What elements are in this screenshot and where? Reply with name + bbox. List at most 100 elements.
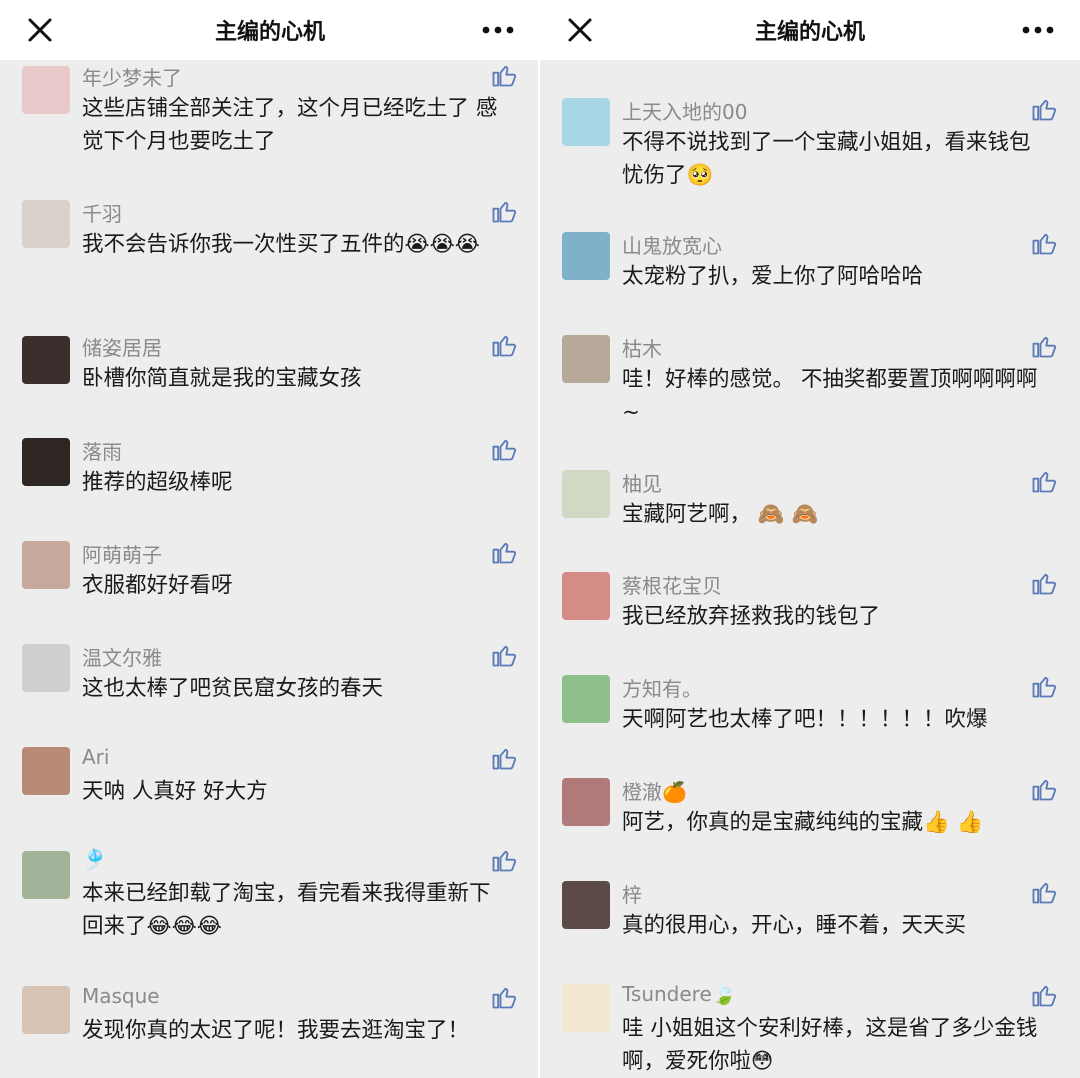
avatar[interactable] [562,335,610,383]
avatar-fill [22,851,70,899]
like-icon[interactable] [1030,878,1058,906]
like-icon[interactable] [490,641,518,669]
comment-author[interactable]: 🎐 [82,847,107,871]
avatar[interactable] [562,675,610,723]
comment-text: 天啊阿艺也太棒了吧！！！！！！吹爆 [622,707,988,732]
avatar[interactable] [562,470,610,518]
avatar[interactable] [562,232,610,280]
comment-text: 哇！好棒的感觉。 不抽奖都要置顶啊啊啊啊~ [622,367,1038,425]
avatar-fill [562,881,610,929]
avatar-fill [22,438,70,486]
like-icon[interactable] [490,983,518,1011]
comment-author[interactable]: Ari [82,745,109,769]
like-icon[interactable] [490,846,518,874]
comment-author[interactable]: 年少梦未了 [82,62,182,91]
like-icon[interactable] [490,435,518,463]
page-title: 主编的心机 [754,20,865,45]
avatar[interactable] [22,336,70,384]
avatar[interactable] [562,778,610,826]
avatar[interactable] [22,541,70,589]
comment-author[interactable]: 阿萌萌子 [82,539,162,568]
comment-text: 我已经放弃拯救我的钱包了 [622,604,881,629]
avatar-fill [22,66,70,114]
avatar-fill [22,644,70,692]
like-icon[interactable] [1030,229,1058,257]
like-icon[interactable] [490,197,518,225]
comment-list: 年少梦未了 这些店铺全部关注了，这个月已经吃土了 感觉下个月也要吃土了 千羽 我… [0,60,540,1078]
avatar[interactable] [22,200,70,248]
comment-author[interactable]: 上天入地的00 [622,96,747,125]
avatar[interactable] [562,984,610,1032]
avatar-fill [562,984,610,1032]
comment-author[interactable]: 柚见 [622,468,662,497]
like-icon[interactable] [1030,467,1058,495]
avatar-fill [562,778,610,826]
avatar[interactable] [562,98,610,146]
like-icon[interactable] [490,331,518,359]
avatar[interactable] [562,572,610,620]
avatar[interactable] [22,644,70,692]
comment-list: 上天入地的00 不得不说找到了一个宝藏小姐姐，看来钱包忧伤了🥺 山鬼放宽心 太宠… [540,60,1080,1078]
comment-text: 卧槽你简直就是我的宝藏女孩 [82,366,362,391]
comment-author[interactable]: 枯木 [622,333,662,362]
more-icon[interactable] [478,14,518,46]
like-icon[interactable] [490,744,518,772]
comment-author[interactable]: 落雨 [82,436,122,465]
comment-text: 宝藏阿艺啊， 🙈 🙈 [622,502,819,527]
comment-text: 推荐的超级棒呢 [82,470,233,495]
avatar-fill [22,986,70,1034]
avatar-fill [22,747,70,795]
avatar-fill [22,336,70,384]
more-icon[interactable] [1018,14,1058,46]
like-icon[interactable] [1030,672,1058,700]
page-title: 主编的心机 [214,20,325,45]
comment-text: 本来已经卸载了淘宝，看完看来我得重新下回来了😂😂😂 [82,881,491,939]
comment-text: 不得不说找到了一个宝藏小姐姐，看来钱包忧伤了🥺 [622,130,1031,188]
comment-text: 这些店铺全部关注了，这个月已经吃土了 感觉下个月也要吃土了 [82,96,498,154]
avatar-fill [562,98,610,146]
avatar[interactable] [562,881,610,929]
comment-author[interactable]: 蔡根花宝贝 [622,570,722,599]
comment-author[interactable]: Masque [82,984,160,1008]
comment-author[interactable]: 温文尔雅 [82,642,162,671]
comment-text: 哇 小姐姐这个安利好棒，这是省了多少金钱啊，爱死你啦😳 [622,1016,1038,1074]
like-icon[interactable] [490,61,518,89]
right-panel: 主编的心机 上天入地的00 不得不说找到了一个宝藏小姐姐，看来钱包忧伤了🥺 山鬼… [540,0,1080,1078]
comment-text: 这也太棒了吧贫民窟女孩的春天 [82,676,384,701]
avatar[interactable] [22,986,70,1034]
avatar[interactable] [22,851,70,899]
avatar-fill [562,470,610,518]
avatar[interactable] [22,747,70,795]
comment-text: 天呐 人真好 好大方 [82,779,268,804]
comment-author[interactable]: 储姿居居 [82,332,162,361]
avatar-fill [562,335,610,383]
comment-author[interactable]: 山鬼放宽心 [622,230,722,259]
comment-text: 我不会告诉你我一次性买了五件的😭😭😭 [82,232,480,257]
like-icon[interactable] [1030,332,1058,360]
avatar-fill [562,232,610,280]
like-icon[interactable] [1030,775,1058,803]
top-bar: 主编的心机 [0,0,540,60]
comment-text: 真的很用心，开心，睡不着，天天买 [622,913,967,938]
comment-author[interactable]: 橙澈🍊 [622,776,687,805]
avatar-fill [562,675,610,723]
like-icon[interactable] [1030,569,1058,597]
like-icon[interactable] [1030,981,1058,1009]
avatar-fill [22,200,70,248]
comment-text: 阿艺，你真的是宝藏纯纯的宝藏👍 👍 [622,810,984,835]
comment-author[interactable]: 梓 [622,879,642,908]
like-icon[interactable] [1030,95,1058,123]
avatar[interactable] [22,438,70,486]
comment-text: 衣服都好好看呀 [82,573,233,598]
comment-author[interactable]: Tsundere🍃 [622,982,737,1006]
comment-text: 发现你真的太迟了呢！我要去逛淘宝了！ [82,1018,470,1043]
top-bar: 主编的心机 [540,0,1080,60]
screenshot: 主编的心机 年少梦未了 这些店铺全部关注了，这个月已经吃土了 感觉下个月也要吃土… [0,0,1080,1078]
left-panel: 主编的心机 年少梦未了 这些店铺全部关注了，这个月已经吃土了 感觉下个月也要吃土… [0,0,540,1078]
comment-text: 太宠粉了扒，爱上你了阿哈哈哈 [622,264,924,289]
avatar[interactable] [22,66,70,114]
comment-author[interactable]: 千羽 [82,198,122,227]
comment-author[interactable]: 方知有。 [622,673,702,702]
like-icon[interactable] [490,538,518,566]
avatar-fill [22,541,70,589]
